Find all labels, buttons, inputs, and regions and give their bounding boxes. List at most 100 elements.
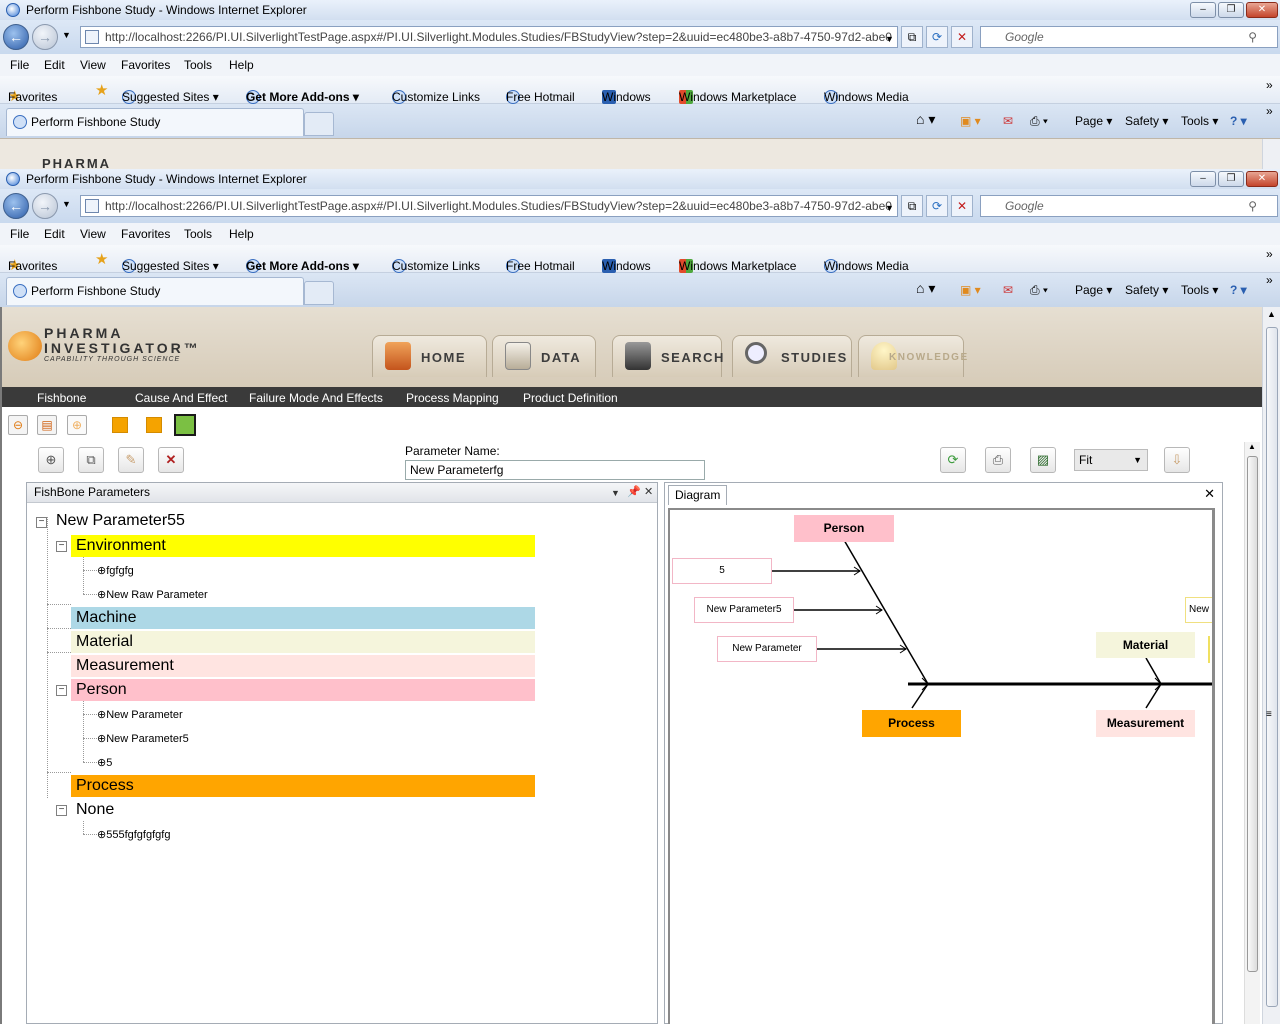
nav-tab-studies[interactable]: Studies (732, 335, 852, 377)
address-bar[interactable]: http://localhost:2266/PI.UI.SilverlightT… (80, 26, 898, 48)
back-button[interactable]: ← (3, 193, 29, 219)
tree-leaf[interactable]: ⊕5 (97, 756, 112, 769)
nav-tab-home[interactable]: Home (372, 335, 487, 377)
print-icon[interactable]: ⎙ ▾ (1030, 283, 1048, 298)
next-step-icon[interactable]: ⊕ (67, 415, 87, 435)
tools-menu[interactable]: Tools ▾ (1181, 283, 1218, 297)
chevron-icon[interactable]: » (1266, 104, 1273, 118)
refresh-icon[interactable]: ⟳ (926, 195, 948, 217)
maximize-button[interactable]: ❐ (1218, 2, 1244, 18)
category-material[interactable]: Material (71, 631, 535, 653)
diagram-param-partial[interactable]: New (1185, 597, 1212, 623)
new-tab-button[interactable] (304, 112, 334, 136)
compat-view-icon[interactable]: ⧉ (901, 195, 923, 217)
scroll-thumb[interactable] (1247, 456, 1258, 972)
clear-button[interactable]: ✎ (118, 447, 144, 473)
category-machine[interactable]: Machine (71, 607, 535, 629)
chevron-icon[interactable]: » (1266, 247, 1273, 261)
diagram-category-person[interactable]: Person (794, 515, 894, 542)
scroll-up-icon[interactable]: ▲ (1248, 442, 1256, 451)
menu-help[interactable]: Help (229, 58, 254, 72)
back-step-icon[interactable]: ⊖ (8, 415, 28, 435)
print-icon[interactable]: ⎙ ▾ (1030, 114, 1048, 129)
diagram-tab[interactable]: Diagram (668, 485, 728, 505)
collapse-icon[interactable]: − (56, 805, 67, 816)
menu-fishbone[interactable]: Fishbone (37, 391, 86, 405)
menu-view[interactable]: View (80, 58, 106, 72)
nav-tab-data[interactable]: Data (492, 335, 596, 377)
add-parameter-button[interactable]: ⊕ (38, 447, 64, 473)
menu-help[interactable]: Help (229, 227, 254, 241)
feeds-icon[interactable]: ▣ ▾ (960, 114, 981, 128)
browser-tab[interactable]: Perform Fishbone Study (6, 108, 304, 136)
forward-button[interactable]: → (32, 24, 58, 50)
page-menu[interactable]: Page ▾ (1075, 114, 1112, 128)
menu-cause-and-effect[interactable]: Cause And Effect (135, 391, 228, 405)
parameter-name-input[interactable] (405, 460, 705, 480)
tree-leaf[interactable]: ⊕New Parameter5 (97, 732, 189, 745)
address-dropdown-icon[interactable]: ▼ (885, 203, 894, 213)
home-icon[interactable]: ⌂ ▾ (916, 280, 935, 297)
tree-leaf[interactable]: ⊕New Parameter (97, 708, 183, 721)
nav-tab-knowledge[interactable]: Knowledge (858, 335, 967, 377)
zoom-select[interactable]: Fit ▼ (1074, 449, 1148, 471)
dropdown-icon[interactable]: ▼ (611, 484, 620, 503)
menu-edit[interactable]: Edit (44, 58, 65, 72)
pin-icon[interactable]: 📌 (627, 483, 641, 502)
close-icon[interactable]: ✕ (644, 483, 653, 502)
tree-root[interactable]: New Parameter55 (56, 512, 185, 530)
stop-icon[interactable]: ✕ (951, 195, 973, 217)
menu-file[interactable]: File (10, 227, 29, 241)
nav-tab-search[interactable]: Search (612, 335, 723, 377)
history-dropdown-icon[interactable]: ▼ (62, 30, 71, 40)
category-environment[interactable]: Environment (71, 535, 535, 557)
step-indicator-1[interactable] (112, 417, 128, 433)
delete-button[interactable]: ✕ (158, 447, 184, 473)
mail-icon[interactable]: ✉ (1003, 283, 1013, 297)
search-input[interactable]: Google ⚲ (980, 26, 1278, 48)
tree-leaf[interactable]: ⊕555fgfgfgfgfg (97, 828, 170, 841)
close-button[interactable]: ✕ (1246, 171, 1278, 187)
menu-tools[interactable]: Tools (184, 227, 212, 241)
category-person[interactable]: Person (71, 679, 535, 701)
menu-favorites[interactable]: Favorites (121, 227, 170, 241)
browser-scrollbar[interactable]: ▲ ≡ (1262, 307, 1280, 1024)
save-icon[interactable]: ▤ (37, 415, 57, 435)
help-icon[interactable]: ? ▾ (1230, 114, 1247, 128)
step-indicator-current[interactable] (174, 414, 196, 436)
compat-view-icon[interactable]: ⧉ (901, 26, 923, 48)
history-dropdown-icon[interactable]: ▼ (62, 199, 71, 209)
minimize-button[interactable]: – (1190, 2, 1216, 18)
new-tab-button[interactable] (304, 281, 334, 305)
collapse-icon[interactable]: − (56, 541, 67, 552)
diagram-param[interactable]: New Parameter5 (694, 597, 794, 623)
feeds-icon[interactable]: ▣ ▾ (960, 283, 981, 297)
collapse-icon[interactable]: − (36, 517, 47, 528)
search-icon[interactable]: ⚲ (1248, 196, 1257, 216)
menu-favorites[interactable]: Favorites (121, 58, 170, 72)
category-measurement[interactable]: Measurement (71, 655, 535, 677)
safety-menu[interactable]: Safety ▾ (1125, 283, 1168, 297)
scroll-up-icon[interactable]: ▲ (1267, 309, 1276, 319)
chevron-icon[interactable]: » (1266, 273, 1273, 287)
diagram-param[interactable]: New Parameter (717, 636, 817, 662)
refresh-diagram-button[interactable]: ⟳ (940, 447, 966, 473)
maximize-button[interactable]: ❐ (1218, 171, 1244, 187)
help-icon[interactable]: ? ▾ (1230, 283, 1247, 297)
close-icon[interactable]: ✕ (1204, 486, 1215, 502)
search-icon[interactable]: ⚲ (1248, 27, 1257, 47)
address-dropdown-icon[interactable]: ▼ (885, 34, 894, 44)
search-input[interactable]: Google ⚲ (980, 195, 1278, 217)
step-indicator-2[interactable] (146, 417, 162, 433)
menu-product-definition[interactable]: Product Definition (523, 391, 618, 405)
diagram-category-measurement[interactable]: Measurement (1096, 710, 1195, 737)
mail-icon[interactable]: ✉ (1003, 114, 1013, 128)
refresh-icon[interactable]: ⟳ (926, 26, 948, 48)
menu-process-mapping[interactable]: Process Mapping (406, 391, 499, 405)
copy-button[interactable]: ⧉ (78, 447, 104, 473)
close-button[interactable]: ✕ (1246, 2, 1278, 18)
home-icon[interactable]: ⌂ ▾ (916, 111, 935, 128)
add-favorite-icon[interactable]: ★ (95, 81, 108, 99)
minimize-button[interactable]: – (1190, 171, 1216, 187)
collapse-icon[interactable]: − (56, 685, 67, 696)
